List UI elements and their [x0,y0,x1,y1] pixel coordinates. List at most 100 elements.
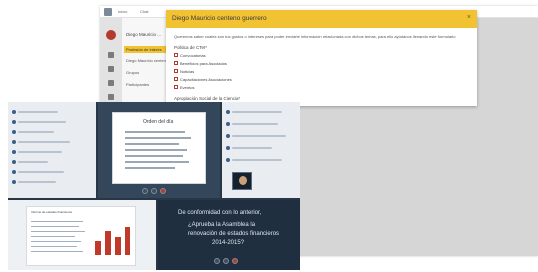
chat-line [18,151,62,153]
chat-line [18,161,48,163]
chat-line [18,171,64,173]
slide-text-line: renovación de estados financieros [188,231,280,237]
question-politica-cteI: Politica de CTeI* [174,45,208,50]
calendar-icon[interactable] [108,80,114,86]
avatar-icon [12,140,16,144]
option-label: Noticias [180,68,195,74]
panel-item-grupos[interactable]: Grupos [126,70,139,75]
participant-line [232,147,272,149]
avatar-icon [226,134,230,138]
tab-inicio[interactable]: Inicio [118,9,127,14]
option-label: Eventos [180,84,195,90]
hang-up-icon[interactable] [160,188,166,194]
slide-line [125,161,189,163]
home-icon[interactable] [108,52,114,58]
slide-line [125,167,175,169]
chat-list-tile [8,102,96,198]
slide-text-line: De conformidad con lo anterior, [178,210,262,216]
avatar-icon [12,150,16,154]
camera-icon[interactable] [223,258,229,264]
avatar-icon [12,160,16,164]
option-capacitaciones[interactable]: Capacitaciones Asociaciones [174,76,232,82]
report-line [31,236,75,238]
mic-icon[interactable] [214,258,220,264]
modal-header: Diego Mauricio centeno guerrero × [166,10,477,28]
checkbox[interactable] [174,61,178,65]
chat-line [18,131,54,133]
report-line [31,241,81,243]
shared-slide-tile: Orden del día [98,102,220,198]
financial-report-tile: Informe de estados financieros [8,200,156,270]
avatar-icon [12,180,16,184]
chat-line [18,111,58,113]
option-convocatorias[interactable]: Convocatorias [174,52,206,58]
approval-slide-tile: De conformidad con lo anterior, ¿Aprueba… [158,200,300,270]
panel-item-participantes[interactable]: Participantes [126,82,149,87]
report-slide: Informe de estados financieros [26,206,136,266]
avatar-icon [226,146,230,150]
report-line [31,246,77,248]
avatar-icon [226,110,230,114]
avatar-icon [12,130,16,134]
chart-bar [105,231,111,255]
modal-intro-text: Queremos saber cuales son tus gustos o i… [174,34,456,39]
slide-title: Orden del día [143,119,174,125]
checkbox[interactable] [174,69,178,73]
participants-tile [222,102,300,198]
close-icon[interactable]: × [467,14,471,21]
chat-icon[interactable] [108,66,114,72]
chat-line [18,121,66,123]
chart-bar [125,227,130,255]
report-chart [91,221,131,255]
option-noticias[interactable]: Noticias [174,68,194,74]
report-line [31,251,83,253]
person-icon [239,176,247,185]
chart-bar [115,237,121,255]
report-line [31,231,85,233]
report-line [31,221,83,223]
checkbox[interactable] [174,53,178,57]
option-label: Capacitaciones Asociaciones [180,76,232,82]
checkbox[interactable] [174,77,178,81]
modal-title: Diego Mauricio centeno guerrero [172,15,267,22]
call-controls [142,188,166,194]
tab-chat[interactable]: Chat [140,9,148,14]
panel-user-name: Diego Mauricio ... [126,32,162,37]
slide-line [125,149,187,151]
participant-video [232,172,252,190]
camera-icon[interactable] [151,188,157,194]
avatar[interactable] [106,30,116,40]
option-label: Beneficios para Asociados [180,60,227,66]
checkbox[interactable] [174,85,178,89]
users-icon[interactable] [108,94,114,100]
avatar-icon [12,170,16,174]
slide-text-line: ¿Aprueba la Asamblea la [188,222,256,228]
option-beneficios[interactable]: Beneficios para Asociados [174,60,227,66]
participant-line [232,123,278,125]
slide-line [125,155,183,157]
report-line [31,226,79,228]
chart-bar [95,241,101,255]
option-eventos[interactable]: Eventos [174,84,194,90]
app-logo-icon [104,8,112,16]
call-controls [214,258,238,264]
avatar-icon [12,120,16,124]
video-call-collage: Orden del día Informe de estados financi… [8,102,300,270]
avatar-icon [12,110,16,114]
avatar-icon [226,158,230,162]
slide-line [125,143,179,145]
chat-line [18,141,70,143]
report-title: Informe de estados financieros [31,210,73,214]
slide-text-line: 2014-2015? [212,240,245,246]
participant-line [232,111,282,113]
mic-icon[interactable] [142,188,148,194]
interests-modal: Diego Mauricio centeno guerrero × Querem… [166,10,477,106]
slide-line [125,137,191,139]
panel-item-diego[interactable]: Diego Mauricio centeno [126,58,168,63]
avatar-icon [226,122,230,126]
participant-line [232,159,282,161]
chat-line [18,181,56,183]
participant-line [232,135,286,137]
hang-up-icon[interactable] [232,258,238,264]
option-label: Convocatorias [180,52,206,58]
